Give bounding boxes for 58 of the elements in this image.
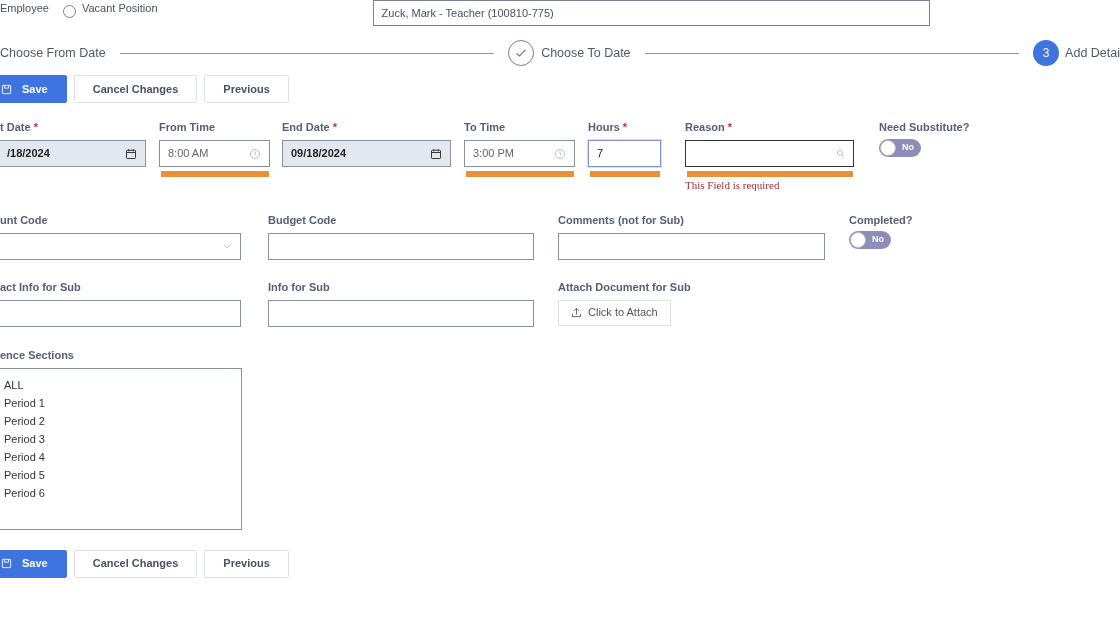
list-option[interactable]: Period 3: [4, 430, 236, 449]
time-field[interactable]: 3:00 PM: [464, 140, 575, 167]
text-field[interactable]: [0, 299, 241, 327]
list-option[interactable]: Period 5: [4, 466, 236, 485]
list-option[interactable]: Period 6: [4, 484, 236, 503]
search-icon: [836, 149, 845, 158]
field-label: Info for Sub: [268, 279, 331, 293]
field-label: Comments (not for Sub): [558, 212, 685, 226]
field-label: To Time: [464, 120, 507, 133]
field-label: End Date *: [282, 120, 339, 133]
text-field[interactable]: 7: [588, 140, 661, 167]
field-label: Completed?: [849, 212, 914, 226]
radio-label: Vacant Position: [81, 1, 158, 16]
list-box[interactable]: ALL Period 1 Period 2 Period 3 Period 4 Period 5 Period 6: [0, 367, 242, 530]
save-icon: [1, 558, 12, 569]
previous-button[interactable]: Previous: [204, 549, 289, 578]
field-label: Need Substitute?: [879, 120, 971, 133]
list-option[interactable]: Period 4: [4, 448, 236, 467]
field-label: ence Sections: [0, 347, 75, 361]
employee-field[interactable]: Zuck, Mark - Teacher (100810-775): [372, 0, 930, 26]
radio-label: Employee: [0, 1, 49, 16]
chevron-down-icon: [222, 241, 232, 251]
field-label: Attach Document for Sub: [558, 279, 692, 293]
time-field[interactable]: 8:00 AM: [159, 140, 270, 167]
search-field[interactable]: [685, 140, 854, 167]
list-option[interactable]: Period 1: [4, 394, 236, 413]
text-field[interactable]: [268, 232, 534, 260]
save-icon: [1, 83, 12, 95]
previous-button[interactable]: Previous: [204, 75, 289, 103]
list-option[interactable]: ALL: [4, 376, 236, 395]
dropdown-field[interactable]: [0, 232, 241, 260]
cancel-button[interactable]: Cancel Changes: [73, 75, 198, 103]
step-number: 3: [1033, 40, 1060, 66]
calendar-icon: [430, 147, 442, 160]
field-label: Reason *: [685, 120, 734, 133]
clock-icon: [249, 147, 261, 160]
field-label: act Info for Sub: [0, 279, 82, 293]
field-label: Budget Code: [268, 212, 338, 226]
error-message: This Field is required: [685, 178, 781, 193]
text-field[interactable]: [558, 232, 825, 260]
field-label: From Time: [159, 120, 217, 133]
clock-icon: [554, 147, 566, 160]
field-label: t Date *: [0, 120, 39, 133]
date-field[interactable]: 09/18/2024: [282, 140, 451, 167]
field-label: unt Code: [0, 212, 49, 226]
text-field[interactable]: [268, 299, 534, 327]
field-label: Hours *: [588, 120, 629, 133]
upload-icon: [571, 307, 582, 318]
step-label: Choose To Date: [541, 44, 631, 62]
attach-button[interactable]: Click to Attach: [558, 299, 671, 326]
calendar-icon: [125, 147, 137, 160]
cancel-button[interactable]: Cancel Changes: [73, 549, 198, 578]
step-label: Add Detai: [1065, 44, 1120, 62]
step-label: Choose From Date: [0, 44, 106, 62]
date-field[interactable]: /18/2024: [0, 140, 146, 167]
save-button[interactable]: Save: [0, 75, 67, 103]
save-button[interactable]: Save: [0, 549, 67, 578]
list-option[interactable]: Period 2: [4, 412, 236, 431]
